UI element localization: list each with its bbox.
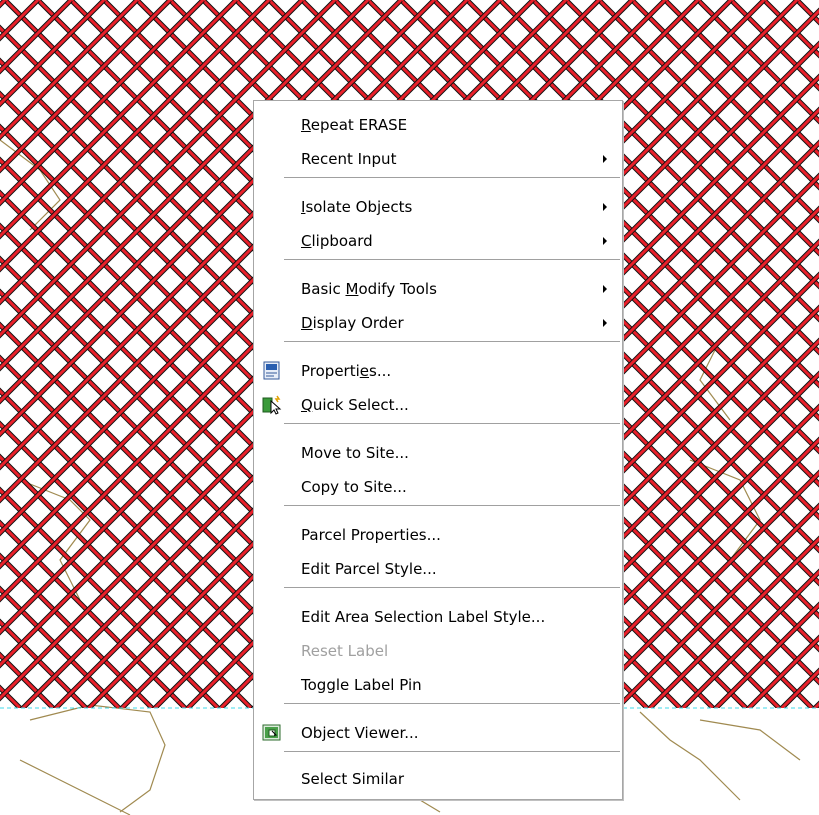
menu-item-move-to-site[interactable]: Move to Site...: [256, 439, 620, 469]
menu-separator: [284, 177, 620, 178]
menu-item-label: Object Viewer...: [301, 724, 419, 742]
menu-item-label: Quick Select...: [301, 396, 409, 414]
menu-item-label: Isolate Objects: [301, 198, 413, 216]
menu-separator: [284, 341, 620, 342]
submenu-arrow-icon: [603, 319, 607, 327]
menu-item-label: Clipboard: [301, 232, 373, 250]
menu-item-label: Copy to Site...: [301, 478, 407, 496]
menu-item-label: Repeat ERASE: [301, 116, 408, 134]
menu-item-toggle-label-pin[interactable]: Toggle Label Pin: [256, 671, 620, 701]
menu-separator: [284, 703, 620, 704]
menu-item-display-order[interactable]: Display Order: [256, 309, 620, 339]
submenu-arrow-icon: [603, 203, 607, 211]
menu-item-label: Select Similar: [301, 770, 405, 788]
menu-item-label: Recent Input: [301, 150, 397, 168]
menu-item-properties[interactable]: Properties...: [256, 357, 620, 387]
menu-item-quick-select[interactable]: Quick Select...: [256, 391, 620, 421]
submenu-arrow-icon: [603, 155, 607, 163]
menu-item-recent-input[interactable]: Recent Input: [256, 145, 620, 175]
submenu-arrow-icon: [603, 237, 607, 245]
menu-item-label: Parcel Properties...: [301, 526, 441, 544]
menu-item-copy-to-site[interactable]: Copy to Site...: [256, 473, 620, 503]
menu-item-label: Edit Parcel Style...: [301, 560, 437, 578]
menu-item-repeat-erase[interactable]: Repeat ERASE: [256, 111, 620, 141]
menu-item-label: Edit Area Selection Label Style...: [301, 608, 546, 626]
menu-item-parcel-properties[interactable]: Parcel Properties...: [256, 521, 620, 551]
menu-item-reset-label: Reset Label: [256, 637, 620, 667]
menu-item-clipboard[interactable]: Clipboard: [256, 227, 620, 257]
quick-select-icon: [262, 395, 282, 415]
submenu-arrow-icon: [603, 285, 607, 293]
menu-item-isolate-objects[interactable]: Isolate Objects: [256, 193, 620, 223]
menu-separator: [284, 587, 620, 588]
menu-separator: [284, 751, 620, 752]
menu-item-label: Toggle Label Pin: [301, 676, 422, 694]
menu-item-label: Move to Site...: [301, 444, 409, 462]
menu-item-edit-area-selection-label-style[interactable]: Edit Area Selection Label Style...: [256, 603, 620, 633]
menu-separator: [284, 505, 620, 506]
menu-item-label: Basic Modify Tools: [301, 280, 437, 298]
menu-separator: [284, 423, 620, 424]
menu-item-select-similar[interactable]: Select Similar: [256, 765, 620, 795]
properties-icon: [262, 361, 282, 381]
menu-item-label: Display Order: [301, 314, 404, 332]
menu-item-label: Reset Label: [301, 642, 389, 660]
menu-item-label: Properties...: [301, 362, 392, 380]
menu-item-edit-parcel-style[interactable]: Edit Parcel Style...: [256, 555, 620, 585]
object-viewer-icon: [262, 723, 282, 743]
menu-item-basic-modify-tools[interactable]: Basic Modify Tools: [256, 275, 620, 305]
menu-separator: [284, 259, 620, 260]
context-menu: Repeat ERASE Recent Input Isolate Objects C…: [253, 100, 623, 800]
menu-item-object-viewer[interactable]: Object Viewer...: [256, 719, 620, 749]
